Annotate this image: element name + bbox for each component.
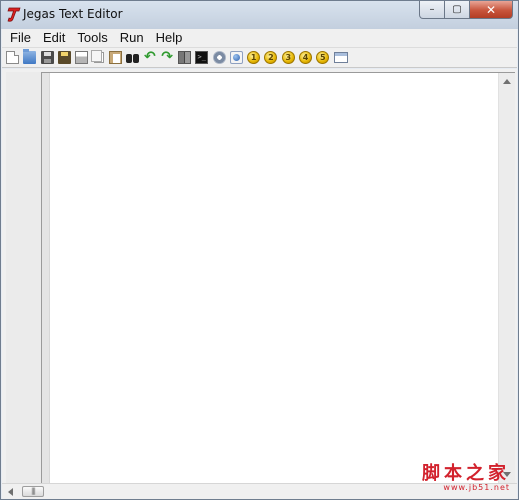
watermark-logo: 脚本之家 www.jb51.net bbox=[422, 465, 510, 493]
new-file-icon[interactable] bbox=[6, 51, 19, 64]
undo-icon[interactable]: ↶ bbox=[143, 50, 156, 64]
macro-5-icon[interactable]: 5 bbox=[316, 51, 330, 64]
print-icon[interactable] bbox=[75, 51, 89, 64]
window-title: Jegas Text Editor bbox=[23, 7, 123, 21]
menu-edit[interactable]: Edit bbox=[37, 29, 71, 47]
app-logo-icon bbox=[7, 7, 21, 22]
menu-run[interactable]: Run bbox=[114, 29, 150, 47]
editor-panel bbox=[41, 72, 515, 483]
watermark-url: www.jb51.net bbox=[443, 483, 510, 492]
vertical-scrollbar[interactable] bbox=[498, 73, 515, 483]
menu-tools[interactable]: Tools bbox=[71, 29, 113, 47]
settings-gear-icon[interactable] bbox=[212, 51, 226, 64]
save-icon[interactable] bbox=[40, 51, 54, 64]
menu-file[interactable]: File bbox=[4, 29, 37, 47]
toolbar: ↶ ↷ >_ 1 2 3 4 5 bbox=[2, 48, 517, 68]
text-editing-area[interactable] bbox=[50, 73, 497, 483]
editor-frame bbox=[2, 69, 517, 483]
horizontal-scroll-thumb[interactable]: ||| bbox=[22, 486, 44, 497]
find-binoculars-icon[interactable] bbox=[126, 51, 140, 64]
scroll-left-icon[interactable] bbox=[8, 488, 13, 496]
browser-icon[interactable] bbox=[229, 51, 243, 64]
watermark-chinese-text: 脚本之家 bbox=[422, 463, 510, 484]
close-button[interactable]: ✕ bbox=[470, 1, 513, 19]
fold-margin bbox=[42, 73, 50, 483]
scroll-up-icon[interactable] bbox=[503, 79, 511, 84]
macro-2-icon[interactable]: 2 bbox=[264, 51, 278, 64]
macro-1-icon[interactable]: 1 bbox=[247, 51, 261, 64]
copy-icon[interactable] bbox=[91, 50, 105, 63]
book-icon[interactable] bbox=[177, 51, 191, 64]
save-all-icon[interactable] bbox=[57, 51, 71, 64]
macro-3-icon[interactable]: 3 bbox=[281, 51, 295, 64]
terminal-icon[interactable]: >_ bbox=[195, 51, 209, 64]
minimize-button[interactable]: – bbox=[419, 1, 445, 19]
menu-help[interactable]: Help bbox=[150, 29, 189, 47]
line-number-gutter bbox=[6, 72, 41, 483]
window-icon[interactable] bbox=[333, 52, 348, 63]
paste-icon[interactable] bbox=[108, 51, 122, 64]
main-window: Jegas Text Editor – ▢ ✕ File Edit Tools … bbox=[0, 0, 519, 500]
menu-bar: File Edit Tools Run Help bbox=[2, 29, 517, 48]
close-icon: ✕ bbox=[485, 2, 497, 17]
maximize-button[interactable]: ▢ bbox=[445, 1, 470, 19]
minimize-icon: – bbox=[429, 4, 435, 15]
open-folder-icon[interactable] bbox=[23, 49, 37, 64]
macro-4-icon[interactable]: 4 bbox=[299, 51, 313, 64]
window-controls: – ▢ ✕ bbox=[419, 1, 513, 20]
maximize-icon: ▢ bbox=[452, 4, 462, 15]
title-bar[interactable]: Jegas Text Editor – ▢ ✕ bbox=[1, 1, 518, 29]
redo-icon[interactable]: ↷ bbox=[161, 50, 174, 64]
